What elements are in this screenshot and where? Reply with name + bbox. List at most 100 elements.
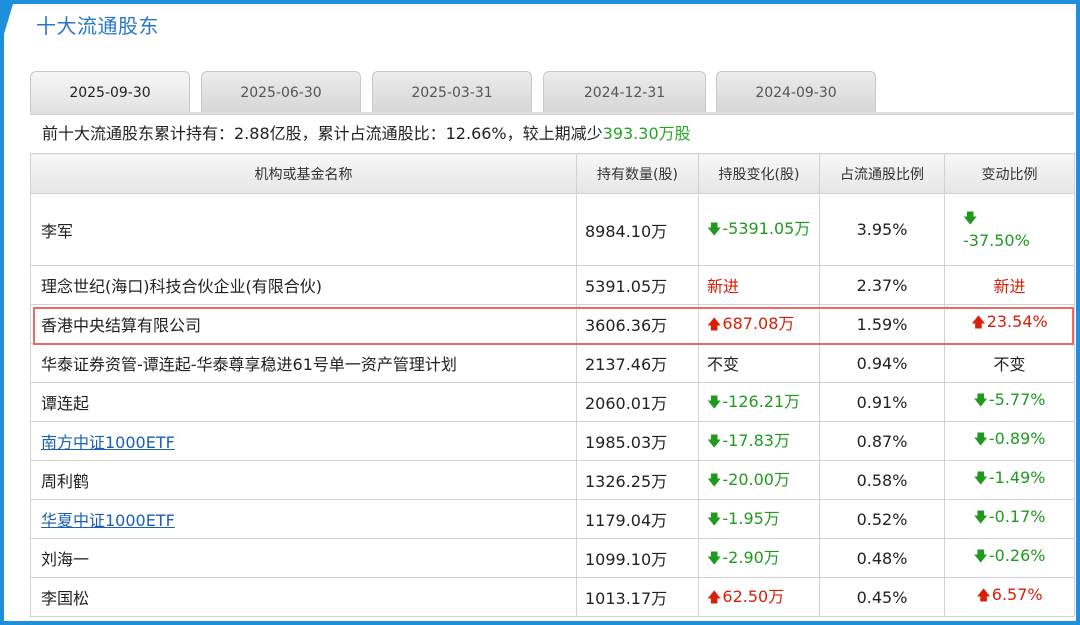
fund-link-huaxia-1000etf[interactable]: 华夏中证1000ETF (41, 511, 175, 530)
holder-shares: 1985.03万 (576, 421, 699, 461)
arrow-down-icon: 🡇 (973, 549, 988, 565)
holder-change-ratio: 🡇-5.77% (944, 382, 1075, 422)
header-pct: 占流通股比例 (819, 153, 945, 194)
holder-change-value: -126.21万 (722, 392, 801, 411)
section-title: 十大流通股东 (36, 14, 159, 38)
holder-name: 李国松 (30, 577, 577, 617)
header-shares: 持有数量(股) (576, 153, 699, 194)
holder-change: 🡇-126.21万 (698, 382, 820, 422)
holder-change-ratio: 🡇-0.89% (944, 421, 1075, 461)
holder-change-value: -1.95万 (722, 509, 780, 528)
holder-change-ratio: 🡇-0.26% (944, 538, 1075, 578)
fund-link-nanfang-1000etf[interactable]: 南方中证1000ETF (41, 433, 175, 452)
arrow-up-icon: 🡅 (707, 590, 722, 606)
holder-name: 谭连起 (30, 382, 577, 422)
table-row: 李国松 1013.17万 🡅62.50万 0.45% 🡅6.57% (30, 577, 1075, 617)
holder-name-cell: 华夏中证1000ETF (30, 499, 577, 539)
holder-name: 华泰证券资管-谭连起-华泰尊享稳进61号单一资产管理计划 (30, 343, 577, 383)
tab-divider (30, 112, 1074, 115)
arrow-down-icon: 🡇 (973, 432, 988, 448)
tab-2025-09-30[interactable]: 2025-09-30 (30, 71, 190, 113)
holder-change-ratio-value: -0.89% (988, 429, 1046, 448)
holder-shares: 1013.17万 (576, 577, 699, 617)
holder-change-value: 687.08万 (722, 314, 795, 333)
holder-change-ratio: 不变 (944, 343, 1075, 383)
table-row: 华泰证券资管-谭连起-华泰尊享稳进61号单一资产管理计划 2137.46万 不变… (30, 343, 1075, 383)
holder-pct: 0.91% (819, 382, 945, 422)
holder-change-ratio-value: -0.26% (988, 546, 1046, 565)
summary-text: 前十大流通股东累计持有：2.88亿股，累计占流通股比：12.66%，较上期减少 (42, 124, 603, 143)
arrow-down-icon: 🡇 (973, 471, 988, 487)
arrow-down-icon: 🡇 (707, 512, 722, 528)
arrow-down-icon: 🡇 (707, 473, 722, 489)
header-change-ratio: 变动比例 (944, 153, 1075, 194)
holder-change-ratio-value: -1.49% (988, 468, 1046, 487)
header-name: 机构或基金名称 (30, 153, 577, 194)
holder-change-ratio-value: -5.77% (988, 390, 1046, 409)
holder-shares: 5391.05万 (576, 265, 699, 305)
holder-pct: 2.37% (819, 265, 945, 305)
holder-change: 🡅687.08万 (698, 304, 820, 344)
table-header-row: 机构或基金名称 持有数量(股) 持股变化(股) 占流通股比例 变动比例 (30, 153, 1075, 194)
holder-change: 新进 (698, 265, 820, 305)
arrow-down-icon: 🡇 (707, 222, 722, 238)
corner-accent (4, 4, 13, 34)
holder-change-ratio-value: 23.54% (986, 312, 1048, 331)
holder-change-ratio: 🡇-0.17% (944, 499, 1075, 539)
holder-pct: 3.95% (819, 193, 945, 266)
table-row: 刘海一 1099.10万 🡇-2.90万 0.48% 🡇-0.26% (30, 538, 1075, 578)
holder-shares: 1179.04万 (576, 499, 699, 539)
summary-change: 393.30万股 (602, 124, 691, 143)
table-row: 香港中央结算有限公司 3606.36万 🡅687.08万 1.59% 🡅23.5… (30, 304, 1075, 344)
holder-pct: 0.94% (819, 343, 945, 383)
holder-name: 周利鹤 (30, 460, 577, 500)
holder-change-value: -17.83万 (722, 431, 790, 450)
shareholders-table: 机构或基金名称 持有数量(股) 持股变化(股) 占流通股比例 变动比例 李军 8… (30, 153, 1075, 617)
holder-change-ratio-value: -0.17% (988, 507, 1046, 526)
holder-shares: 2137.46万 (576, 343, 699, 383)
tab-2025-03-31[interactable]: 2025-03-31 (372, 71, 532, 113)
holder-shares: 3606.36万 (576, 304, 699, 344)
arrow-down-icon: 🡇 (707, 395, 722, 411)
tab-2024-09-30[interactable]: 2024-09-30 (716, 71, 876, 113)
table-row: 谭连起 2060.01万 🡇-126.21万 0.91% 🡇-5.77% (30, 382, 1075, 422)
tab-2024-12-31[interactable]: 2024-12-31 (543, 71, 706, 113)
holder-pct: 0.58% (819, 460, 945, 500)
holder-change-value: 62.50万 (722, 587, 785, 606)
holder-change: 🡇-20.00万 (698, 460, 820, 500)
holder-name: 香港中央结算有限公司 (30, 304, 577, 344)
holder-shares: 1326.25万 (576, 460, 699, 500)
holder-shares: 1099.10万 (576, 538, 699, 578)
arrow-down-icon: 🡇 (707, 434, 722, 450)
holder-name: 理念世纪(海口)科技合伙企业(有限合伙) (30, 265, 577, 305)
holder-name: 李军 (30, 193, 577, 266)
holder-change: 🡇-2.90万 (698, 538, 820, 578)
holder-pct: 0.87% (819, 421, 945, 461)
table-row: 南方中证1000ETF 1985.03万 🡇-17.83万 0.87% 🡇-0.… (30, 421, 1075, 461)
arrow-up-icon: 🡅 (976, 588, 991, 604)
holder-change-ratio: 🡇-1.49% (944, 460, 1075, 500)
table-row: 李军 8984.10万 🡇-5391.05万 3.95% 🡇 -37.50% (30, 193, 1075, 266)
arrow-down-icon: 🡇 (963, 211, 978, 227)
holder-change-ratio-value: -37.50% (963, 231, 1030, 250)
holder-name-cell: 南方中证1000ETF (30, 421, 577, 461)
holder-shares: 8984.10万 (576, 193, 699, 266)
table-row: 周利鹤 1326.25万 🡇-20.00万 0.58% 🡇-1.49% (30, 460, 1075, 500)
tab-2025-06-30[interactable]: 2025-06-30 (201, 71, 361, 113)
holder-change: 不变 (698, 343, 820, 383)
holder-change-ratio-value: 6.57% (991, 585, 1043, 604)
arrow-up-icon: 🡅 (707, 317, 722, 333)
holder-change-ratio: 🡅23.54% (944, 304, 1075, 344)
arrow-down-icon: 🡇 (973, 510, 988, 526)
holder-name: 刘海一 (30, 538, 577, 578)
holder-shares: 2060.01万 (576, 382, 699, 422)
holder-change: 🡇-17.83万 (698, 421, 820, 461)
holder-change: 🡇-1.95万 (698, 499, 820, 539)
holder-change-value: -2.90万 (722, 548, 780, 567)
holder-change: 🡇-5391.05万 (698, 193, 820, 266)
summary-line: 前十大流通股东累计持有：2.88亿股，累计占流通股比：12.66%，较上期减少3… (42, 120, 691, 144)
holder-change-value: -20.00万 (722, 470, 790, 489)
holder-pct: 0.52% (819, 499, 945, 539)
arrow-up-icon: 🡅 (971, 315, 986, 331)
table-row: 华夏中证1000ETF 1179.04万 🡇-1.95万 0.52% 🡇-0.1… (30, 499, 1075, 539)
